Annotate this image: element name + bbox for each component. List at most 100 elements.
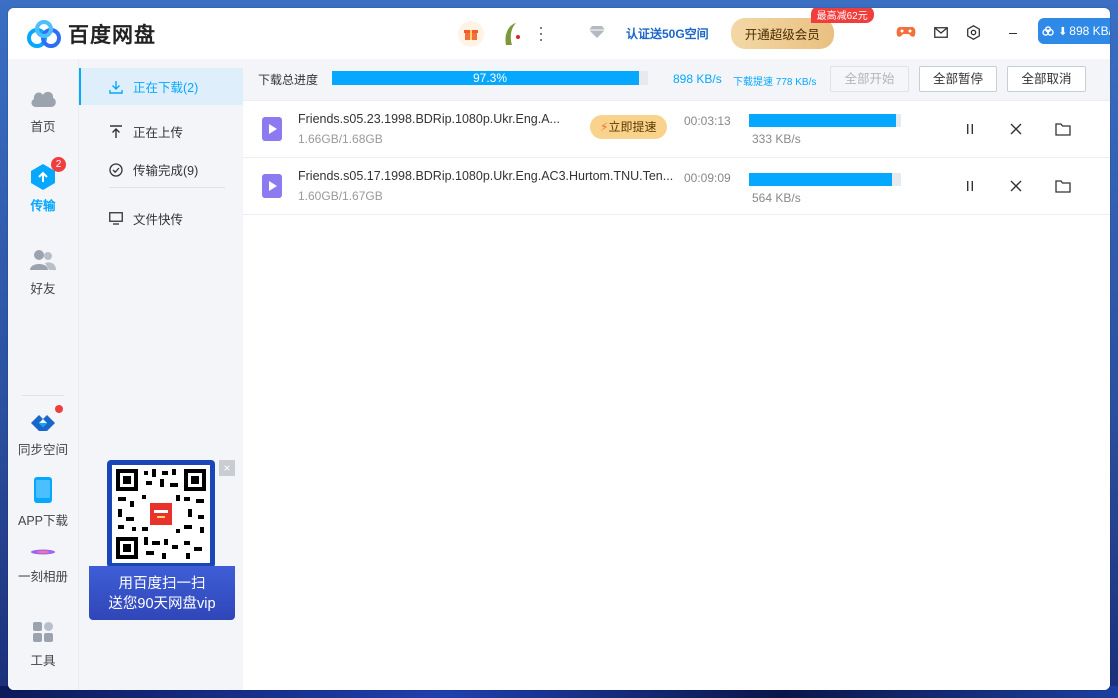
sidebar-item-sync[interactable]: 同步空间 (8, 405, 78, 458)
sync-icon (31, 415, 55, 431)
sidebar-divider (22, 395, 64, 396)
speed-up-label: 立即提速 (608, 120, 657, 134)
download-list-panel: 下载总进度 97.3% 898 KB/s 下载提速 778 KB/s 全部开始 … (243, 59, 1110, 690)
subnav-item-label: 正在上传 (133, 126, 184, 140)
verify-link[interactable]: 认证送50G空间 (626, 25, 709, 42)
mail-icon[interactable] (933, 26, 948, 41)
gift-icon[interactable] (458, 20, 484, 47)
subnav-item-completed[interactable]: 传输完成(9) (79, 151, 244, 188)
folder-icon[interactable] (1053, 119, 1073, 139)
download-icon (109, 80, 123, 94)
row-progress-fill (749, 173, 892, 186)
close-icon[interactable]: × (219, 460, 235, 476)
phone-icon (34, 477, 52, 503)
sidebar-item-label: 工具 (30, 654, 56, 668)
tools-icon (33, 622, 53, 642)
app-title: 百度网盘 (68, 23, 156, 47)
file-name: Friends.s05.23.1998.BDRip.1080p.Ukr.Eng.… (298, 112, 560, 126)
sidebar-item-label: 同步空间 (17, 443, 68, 457)
start-all-button[interactable]: 全部开始 (830, 66, 909, 92)
sidebar-item-friends[interactable]: 好友 (8, 249, 78, 297)
sidebar-item-label: 一刻相册 (17, 570, 68, 584)
transfer-subnav: 正在下载(2) 正在上传 传输完成(9) 文件快传 × 用百度扫一扫 送您90天… (78, 59, 244, 690)
subnav-item-label: 文件快传 (133, 213, 184, 227)
check-circle-icon (109, 162, 123, 177)
row-progress-track (749, 173, 901, 186)
more-icon[interactable] (538, 26, 544, 41)
pause-icon[interactable] (960, 119, 980, 139)
cancel-icon[interactable] (1006, 176, 1026, 196)
arrow-down-icon: ⬇ (1058, 25, 1068, 38)
promo-line-1: 用百度扫一扫 (118, 576, 206, 592)
folder-icon[interactable] (1053, 176, 1073, 196)
total-progress-percent: 97.3% (472, 71, 508, 85)
total-progress-track: 97.3% (332, 71, 648, 85)
sidebar-item-label: 传输 (30, 199, 56, 213)
sidebar-item-app-download[interactable]: APP下载 (8, 477, 78, 529)
download-row[interactable]: Friends.s05.17.1998.BDRip.1080p.Ukr.Eng.… (243, 159, 1110, 215)
pause-icon[interactable] (960, 176, 980, 196)
cloud-icon (31, 91, 56, 107)
upload-icon (110, 124, 122, 138)
title-bar: 百度网盘 认证送50G空间 开通超级会员 最高减62元 ⬇ 898 KB (8, 8, 1110, 59)
row-progress-track (749, 114, 901, 127)
qr-code-frame (107, 460, 215, 568)
vip-button-label: 开通超级会员 (744, 28, 820, 42)
game-icon[interactable] (896, 25, 916, 42)
video-file-icon (262, 117, 282, 141)
sidebar-item-album[interactable]: 一刻相册 (8, 545, 78, 585)
sidebar-item-label: 好友 (30, 282, 56, 296)
subnav-item-label: 传输完成(9) (133, 164, 199, 178)
minimize-icon[interactable] (1008, 33, 1017, 34)
cancel-all-button[interactable]: 全部取消 (1007, 66, 1086, 92)
cancel-icon[interactable] (1006, 119, 1026, 139)
speed-up-button[interactable]: ⚡立即提速 (590, 115, 668, 139)
time-remaining: 00:09:09 (684, 171, 731, 185)
notification-dot (55, 405, 63, 413)
subnav-divider (109, 187, 225, 188)
album-icon (31, 549, 55, 555)
subnav-item-quick-transfer[interactable]: 文件快传 (79, 200, 244, 237)
sidebar-item-home[interactable]: 首页 (8, 87, 78, 135)
main-sidebar: 首页 2 传输 好友 同步空间 APP下载 一刻相册 工具 (8, 59, 78, 690)
floating-speed-widget[interactable]: ⬇ 898 KB/s (1038, 18, 1110, 44)
boost-speed: 下载提速 778 KB/s (733, 77, 817, 88)
file-name: Friends.s05.17.1998.BDRip.1080p.Ukr.Eng.… (298, 169, 674, 183)
file-size: 1.66GB/1.68GB (298, 132, 383, 146)
monitor-icon (109, 212, 123, 225)
video-file-icon (262, 174, 282, 198)
app-logo: 百度网盘 (26, 19, 156, 49)
promo-line-2: 送您90天网盘vip (108, 596, 216, 612)
time-remaining: 00:03:13 (684, 114, 731, 128)
baidu-netdisk-small-icon (1042, 26, 1054, 36)
row-speed: 333 KB/s (752, 132, 801, 146)
vip-button[interactable]: 开通超级会员 最高减62元 (730, 8, 874, 49)
qr-code (112, 465, 210, 563)
settings-icon[interactable] (966, 24, 981, 43)
subnav-item-uploading[interactable]: 正在上传 (79, 113, 244, 150)
diamond-icon[interactable] (588, 25, 606, 42)
qr-promo-text: 用百度扫一扫 送您90天网盘vip (89, 566, 235, 620)
row-speed: 564 KB/s (752, 191, 801, 205)
qr-promo-banner[interactable]: × 用百度扫一扫 送您90天网盘vip (89, 460, 235, 620)
pause-all-button[interactable]: 全部暂停 (919, 66, 997, 92)
row-progress-fill (749, 114, 897, 127)
avatar[interactable] (502, 21, 524, 47)
sidebar-item-tools[interactable]: 工具 (8, 621, 78, 669)
sidebar-item-label: APP下载 (17, 514, 68, 528)
total-speed: 898 KB/s (673, 72, 722, 86)
vip-discount-badge: 最高减62元 (810, 8, 874, 23)
total-progress-bar: 下载总进度 97.3% 898 KB/s 下载提速 778 KB/s 全部开始 … (243, 59, 1110, 101)
subnav-item-downloading[interactable]: 正在下载(2) (79, 68, 244, 105)
transfer-count-badge: 2 (51, 157, 66, 172)
friends-icon (30, 250, 56, 270)
total-progress-label: 下载总进度 (258, 73, 319, 87)
header-toolbar: 认证送50G空间 开通超级会员 最高减62元 (458, 8, 1017, 59)
download-row[interactable]: Friends.s05.23.1998.BDRip.1080p.Ukr.Eng.… (243, 102, 1110, 158)
baidu-netdisk-logo-icon (27, 19, 61, 48)
file-size: 1.60GB/1.67GB (298, 189, 383, 203)
subnav-item-label: 正在下载(2) (133, 81, 199, 95)
sidebar-item-label: 首页 (30, 120, 56, 134)
sidebar-item-transfer[interactable]: 2 传输 (8, 157, 78, 214)
app-window: 百度网盘 认证送50G空间 开通超级会员 最高减62元 ⬇ 898 KB 首页 … (8, 8, 1110, 690)
